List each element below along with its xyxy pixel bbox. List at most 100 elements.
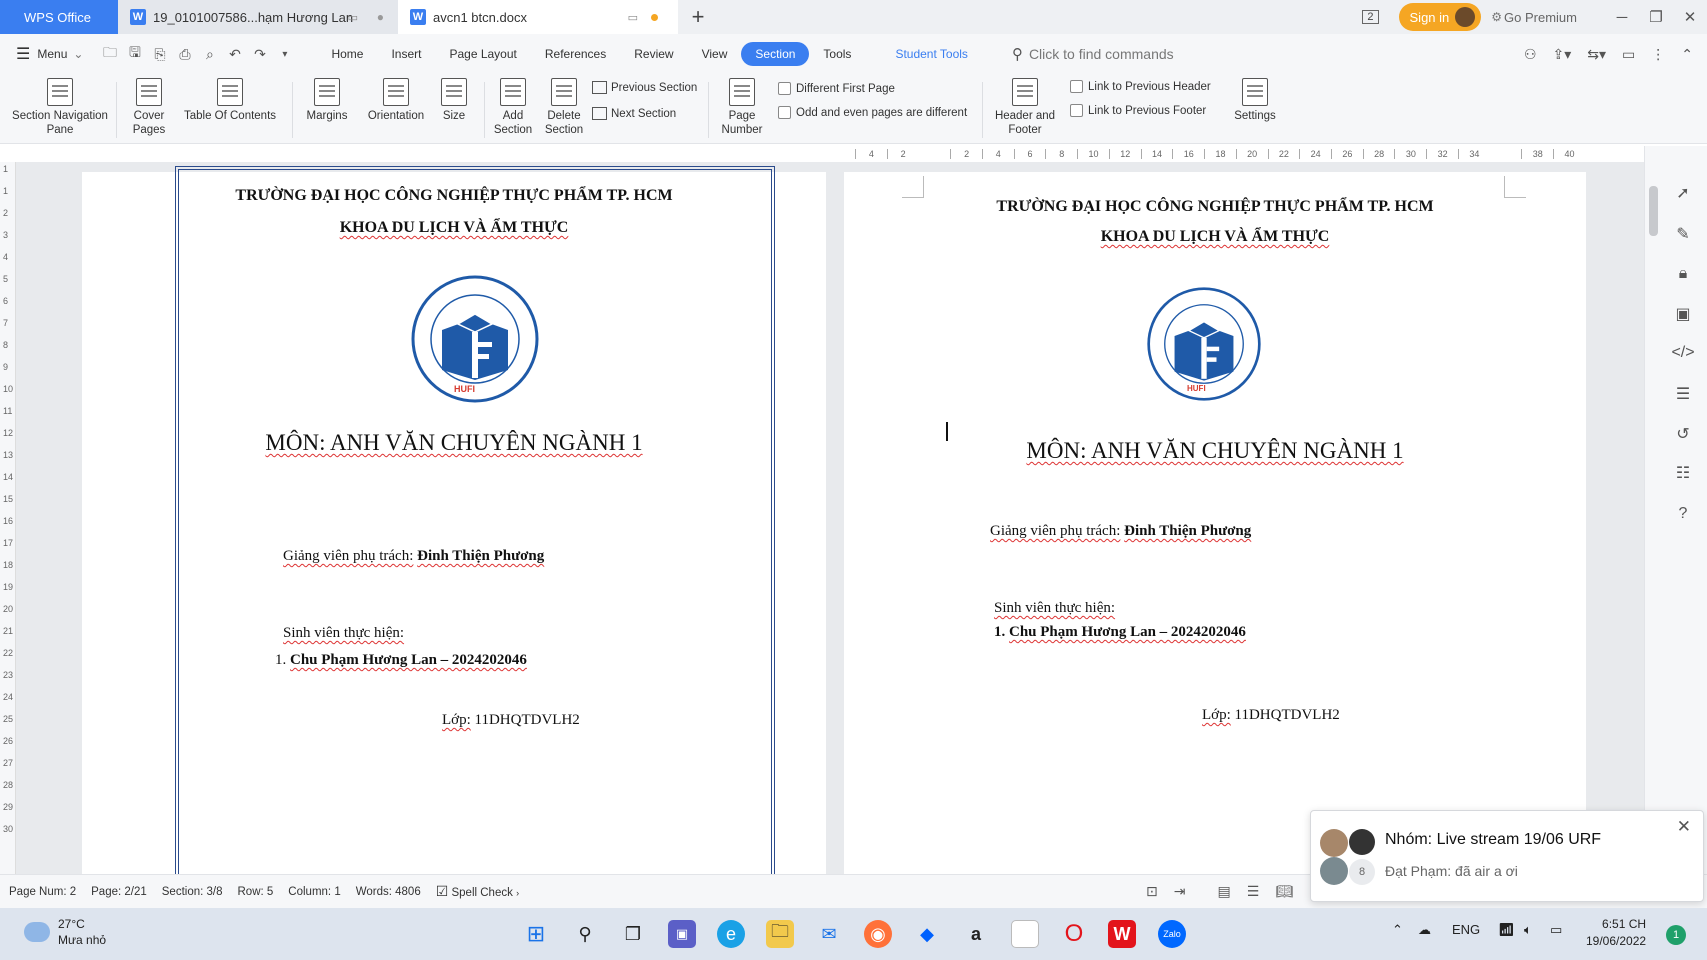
language-indicator[interactable]: ENG [1452,922,1480,937]
undo-icon[interactable]: ↶ [222,46,247,63]
pen-icon[interactable]: ✎ [1672,223,1694,245]
status-words[interactable]: Words: 4806 [356,886,421,898]
link-previous-header-checkbox[interactable]: Link to Previous Header [1070,80,1211,93]
tab-student-tools[interactable]: Student Tools [881,42,982,66]
save-icon[interactable]: 🖫 [122,42,147,66]
code-icon[interactable]: </> [1671,342,1694,364]
tab-wps-office[interactable]: WPS Office [0,0,118,34]
header-and-footer-button[interactable]: Header and Footer [990,78,1060,137]
redo-icon[interactable]: ↷ [247,46,272,63]
document-page-1[interactable]: TRƯỜNG ĐẠI HỌC CÔNG NGHIỆP THỰC PHẨM TP.… [82,166,826,874]
export-icon[interactable]: ⇥ [1174,883,1186,900]
select-pointer-icon[interactable]: ➚ [1672,182,1694,204]
vertical-ruler[interactable]: 1 1 2 3 4 5 6 7 8 9 10 11 12 13 14 15 16 17 18 19 20 21 22 23 24… [0,162,16,874]
document-page-2[interactable]: TRƯỜNG ĐẠI HỌC CÔNG NGHIỆP THỰC PHẨM TP.… [844,172,1586,874]
scrollbar-thumb[interactable] [1649,186,1658,236]
orientation-button[interactable]: Orientation [360,78,432,123]
share-user-icon[interactable]: ⚇ [1524,46,1537,63]
document-workspace[interactable]: TRƯỜNG ĐẠI HỌC CÔNG NGHIỆP THỰC PHẨM TP.… [16,162,1644,874]
collaborate-icon[interactable]: ⇆▾ [1587,46,1606,63]
minimize-icon[interactable]: ─ [1605,9,1639,26]
dropbox-icon[interactable]: ◆ [913,920,941,948]
zalo-icon[interactable]: Zalo [1158,920,1186,948]
tab-home[interactable]: Home [317,42,377,66]
search-input[interactable]: Click to find commands [1029,46,1174,62]
amazon-icon[interactable]: a [962,920,990,948]
previous-section-button[interactable]: Previous Section [592,81,697,94]
status-page[interactable]: Page: 2/21 [91,886,147,898]
restore-icon[interactable]: ❐ [1639,8,1673,26]
spell-check-button[interactable]: ☑ Spell Check › [436,883,519,900]
print-preview-icon[interactable]: ⌕ [197,46,222,63]
tab-close-dot-icon[interactable]: ● [377,10,384,24]
sliders-icon[interactable]: ☰ [1672,383,1694,405]
chat-notification[interactable]: 8 Nhóm: Live stream 19/06 URF Đạt Phạm: … [1310,810,1704,902]
windows-start-icon[interactable]: ⊞ [522,920,550,948]
volume-icon[interactable]: 🔈︎ [1524,922,1532,938]
open-folder-icon[interactable]: 🗀 [97,42,122,66]
search-icon[interactable]: ⚲ [571,920,599,948]
list-icon[interactable]: ☷ [1672,462,1694,484]
blank-document-icon[interactable] [1011,920,1039,948]
sign-in-button[interactable]: Sign in [1398,3,1482,31]
collapse-ribbon-icon[interactable]: ⌃ [1681,46,1693,63]
margins-button[interactable]: Margins [300,78,354,123]
focus-mode-icon[interactable]: ⊡ [1146,883,1158,900]
onedrive-icon[interactable]: ☁ [1418,922,1431,938]
command-search[interactable]: ⚲ Click to find commands [1012,45,1174,63]
odd-even-pages-checkbox[interactable]: Odd and even pages are different [778,106,967,119]
menu-button[interactable]: ☰ Menu ⌄ [16,44,83,64]
opera-icon[interactable]: O [1060,920,1088,948]
lock-icon[interactable]: 🔒︎ [1672,263,1694,285]
task-view-icon[interactable]: ❐ [619,920,647,948]
close-icon[interactable]: ✕ [1677,817,1691,837]
file-explorer-icon[interactable]: 🗀 [766,920,794,948]
close-icon[interactable]: ✕ [1673,8,1707,26]
settings-button[interactable]: Settings [1226,78,1284,123]
tab-document-1[interactable]: W 19_0101007586...hạm Hương Lan ▭ ● [118,0,398,34]
different-first-page-checkbox[interactable]: Different First Page [778,82,895,95]
next-section-button[interactable]: Next Section [592,107,676,120]
help-icon[interactable]: ? [1672,503,1694,525]
wps-office-icon[interactable]: W [1108,920,1136,948]
wifi-icon[interactable]: 📶︎ [1498,922,1515,938]
weather-widget[interactable]: 27°C Mưa nhỏ [24,916,106,948]
link-previous-footer-checkbox[interactable]: Link to Previous Footer [1070,104,1206,117]
status-section[interactable]: Section: 3/8 [162,886,223,898]
firefox-icon[interactable]: ◉ [864,920,892,948]
tab-insert[interactable]: Insert [377,42,435,66]
edit-box-icon[interactable]: ▣ [1672,303,1694,325]
section-navigation-pane-button[interactable]: Section Navigation Pane [10,78,110,137]
window-count-icon[interactable]: 2 [1362,10,1379,24]
add-section-button[interactable]: Add Section [490,78,536,137]
print-icon[interactable]: ⎙ [172,46,197,63]
clock[interactable]: 6:51 CH 19/06/2022 [1586,916,1646,950]
tab-page-layout[interactable]: Page Layout [435,42,530,66]
tab-section[interactable]: Section [741,42,810,66]
outline-view-icon[interactable]: ☰ [1247,883,1260,900]
export-pdf-icon[interactable]: ⎘ [147,46,172,63]
tab-references[interactable]: References [531,42,620,66]
horizontal-ruler[interactable]: 4 2 2 4 6 8 10 12 14 16 18 20 22 24 26 2… [855,146,1585,162]
size-button[interactable]: Size [436,78,472,123]
status-page-num[interactable]: Page Num: 2 [9,886,76,898]
comment-icon[interactable]: ▭ [1622,46,1635,63]
page-view-icon[interactable]: ▤ [1217,883,1230,900]
notification-badge[interactable]: 1 [1666,925,1686,945]
delete-section-button[interactable]: Delete Section [540,78,588,137]
cover-pages-button[interactable]: Cover Pages [124,78,174,137]
history-icon[interactable]: ↺ [1672,423,1694,445]
tab-document-2[interactable]: W avcn1 btcn.docx ▭ [398,0,678,34]
upload-icon[interactable]: ⇪▾ [1553,46,1572,63]
battery-icon[interactable]: ▭ [1550,922,1562,938]
new-tab-button[interactable]: + [678,0,718,34]
table-of-contents-button[interactable]: Table Of Contents [178,78,282,123]
tab-view[interactable]: View [688,42,742,66]
mail-icon[interactable]: ✉ [815,920,843,948]
go-premium-button[interactable]: Go Premium [1504,10,1577,25]
page-number-button[interactable]: Page Number [716,78,768,137]
edge-icon[interactable]: e [717,920,745,948]
more-icon[interactable]: ⋮ [1651,46,1665,63]
reading-view-icon[interactable]: 📖︎ [1275,883,1293,900]
tab-tools[interactable]: Tools [809,42,865,66]
